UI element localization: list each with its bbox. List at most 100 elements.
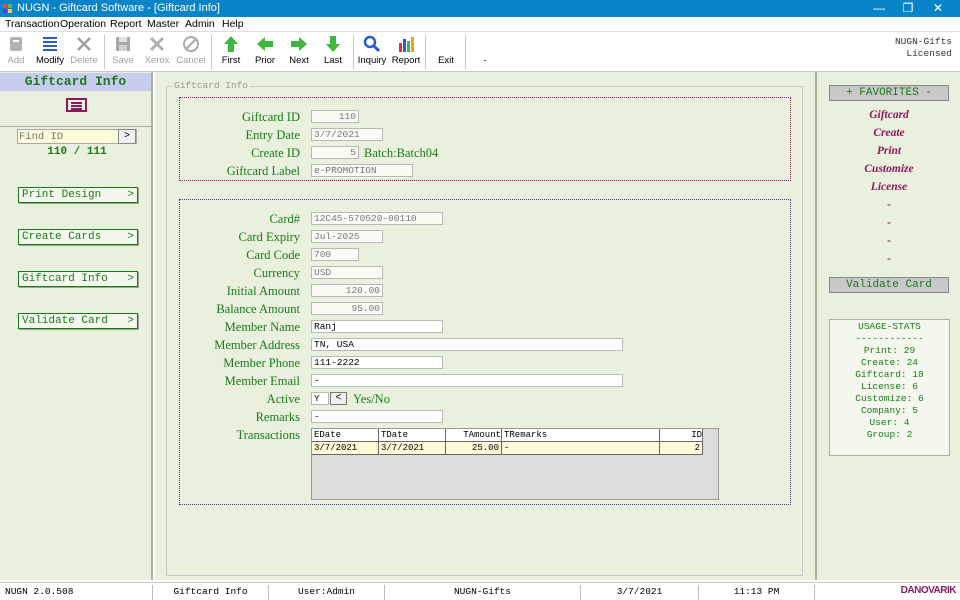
modify-button[interactable]: Modify	[34, 35, 66, 66]
create-id-label: Create ID	[251, 146, 300, 160]
menu-master[interactable]: Master	[147, 18, 179, 30]
giftcard-label-field[interactable]: e-PROMOTION	[311, 164, 413, 177]
create-cards-button[interactable]: Create Cards >	[18, 229, 138, 245]
active-field[interactable]: Y	[311, 392, 329, 405]
giftcard-info-button[interactable]: Giftcard Info >	[18, 271, 138, 287]
cancel-button[interactable]: Cancel	[176, 35, 206, 66]
stat-line: Print: 29	[863, 345, 916, 356]
card-code-field[interactable]: 700	[311, 248, 359, 261]
main-form-area: Giftcard Info Giftcard ID 110 Entry Date…	[155, 72, 815, 580]
favorites-header[interactable]: + FAVORITES -	[829, 85, 949, 101]
column-header-tremarks[interactable]: TRemarks	[502, 429, 660, 442]
member-name-label: Member Name	[224, 320, 300, 334]
last-button[interactable]: Last	[321, 35, 345, 66]
remarks-field[interactable]: -	[311, 410, 443, 423]
add-icon	[10, 37, 22, 51]
magnifier-icon	[363, 35, 381, 53]
next-button[interactable]: Next	[286, 35, 312, 66]
maximize-icon[interactable]: ❐	[893, 0, 923, 17]
record-counter: 110 / 111	[47, 146, 107, 158]
menu-report[interactable]: Report	[110, 18, 142, 30]
entry-date-field[interactable]: 3/7/2021	[311, 128, 383, 141]
table-cell[interactable]: -	[502, 442, 660, 455]
minimize-icon[interactable]: —	[864, 0, 894, 17]
favorite-print[interactable]: Print	[829, 145, 949, 157]
print-design-button[interactable]: Print Design >	[18, 187, 138, 203]
stat-line: Group: 2	[866, 429, 913, 440]
table-cell[interactable]: 3/7/2021	[379, 442, 446, 455]
card-no-field[interactable]: 12C45-570520-00110	[311, 212, 443, 225]
menu-transaction[interactable]: Transaction	[5, 18, 59, 30]
inquiry-button[interactable]: Inquiry	[357, 35, 387, 66]
member-name-field[interactable]: Ranj	[311, 320, 443, 333]
status-user: User:Admin	[269, 585, 385, 600]
card-no-label: Card#	[269, 212, 300, 226]
currency-field[interactable]: USD	[311, 266, 383, 279]
status-time: 11:13 PM	[699, 585, 815, 600]
usage-stats-title: USAGE-STATS	[858, 321, 921, 332]
report-button[interactable]: Report	[391, 35, 421, 66]
column-header-tamount[interactable]: TAmount	[446, 429, 502, 442]
balance-amount-field[interactable]: 95.00	[311, 302, 383, 315]
menu-operation[interactable]: Operation	[60, 18, 106, 30]
arrow-up-icon	[224, 36, 238, 52]
find-id-input[interactable]	[18, 130, 118, 143]
left-panel-divider	[0, 126, 151, 127]
first-button[interactable]: First	[219, 35, 243, 66]
save-button[interactable]: Save	[111, 35, 135, 66]
column-header-id[interactable]: ID	[660, 429, 703, 442]
favorite-empty[interactable]: -	[829, 217, 949, 229]
status-screen: Giftcard Info	[153, 585, 269, 600]
favorite-license[interactable]: License	[829, 181, 949, 193]
favorite-empty[interactable]: -	[829, 235, 949, 247]
toolbar-separator	[211, 35, 212, 69]
giftcard-id-field[interactable]: 110	[311, 110, 359, 123]
member-address-field[interactable]: TN, USA	[311, 338, 623, 351]
column-header-edate[interactable]: EDate	[312, 429, 379, 442]
menu-help[interactable]: Help	[222, 18, 244, 30]
initial-amount-field[interactable]: 120.00	[311, 284, 383, 297]
active-label: Active	[266, 392, 300, 406]
balance-amount-label: Balance Amount	[216, 302, 300, 316]
stat-line: Customize: 6	[855, 393, 924, 404]
giftcard-label-label: Giftcard Label	[226, 164, 300, 178]
prior-button[interactable]: Prior	[252, 35, 278, 66]
find-go-button[interactable]: >	[118, 129, 136, 144]
transactions-grid[interactable]: EDate TDate TAmount TRemarks ID 3/7/2021…	[311, 428, 719, 500]
exit-button[interactable]: Exit	[434, 35, 458, 66]
remarks-label: Remarks	[255, 410, 300, 424]
toolbar-separator	[465, 35, 466, 69]
stat-line: User: 4	[869, 417, 910, 428]
card-expiry-field[interactable]: Jul-2025	[311, 230, 383, 243]
app-icon	[3, 4, 12, 13]
table-cell[interactable]: 3/7/2021	[312, 442, 379, 455]
favorite-empty[interactable]: -	[829, 253, 949, 265]
member-email-field[interactable]: -	[311, 374, 623, 387]
menu-admin[interactable]: Admin	[185, 18, 215, 30]
active-toggle-button[interactable]: <	[330, 392, 347, 405]
transactions-label: Transactions	[236, 428, 300, 442]
modify-icon	[43, 37, 57, 51]
validate-card-button[interactable]: Validate Card >	[18, 313, 138, 329]
column-header-tdate[interactable]: TDate	[379, 429, 446, 442]
favorite-customize[interactable]: Customize	[829, 163, 949, 175]
initial-amount-label: Initial Amount	[226, 284, 300, 298]
favorite-empty[interactable]: -	[829, 199, 949, 211]
extra-button[interactable]: -	[478, 35, 492, 66]
xerox-button[interactable]: Xerox	[142, 35, 172, 66]
batch-label: Batch:Batch04	[364, 146, 439, 160]
table-cell[interactable]: 25.00	[446, 442, 502, 455]
window-titlebar: NUGN - Giftcard Software - [Giftcard Inf…	[0, 0, 960, 17]
toolbar-separator	[425, 35, 426, 69]
table-cell[interactable]: 2	[660, 442, 703, 455]
menu-list-icon[interactable]	[66, 98, 87, 112]
add-button[interactable]: Add	[4, 35, 28, 66]
right-panel: + FAVORITES - Giftcard Create Print Cust…	[815, 72, 960, 580]
validate-card-shortcut[interactable]: Validate Card	[829, 277, 949, 293]
favorite-giftcard[interactable]: Giftcard	[829, 109, 949, 121]
create-id-field[interactable]: 5	[311, 146, 359, 159]
member-phone-field[interactable]: 111-2222	[311, 356, 443, 369]
delete-button[interactable]: Delete	[70, 35, 98, 66]
favorite-create[interactable]: Create	[829, 127, 949, 139]
close-icon[interactable]: ✕	[923, 0, 953, 17]
